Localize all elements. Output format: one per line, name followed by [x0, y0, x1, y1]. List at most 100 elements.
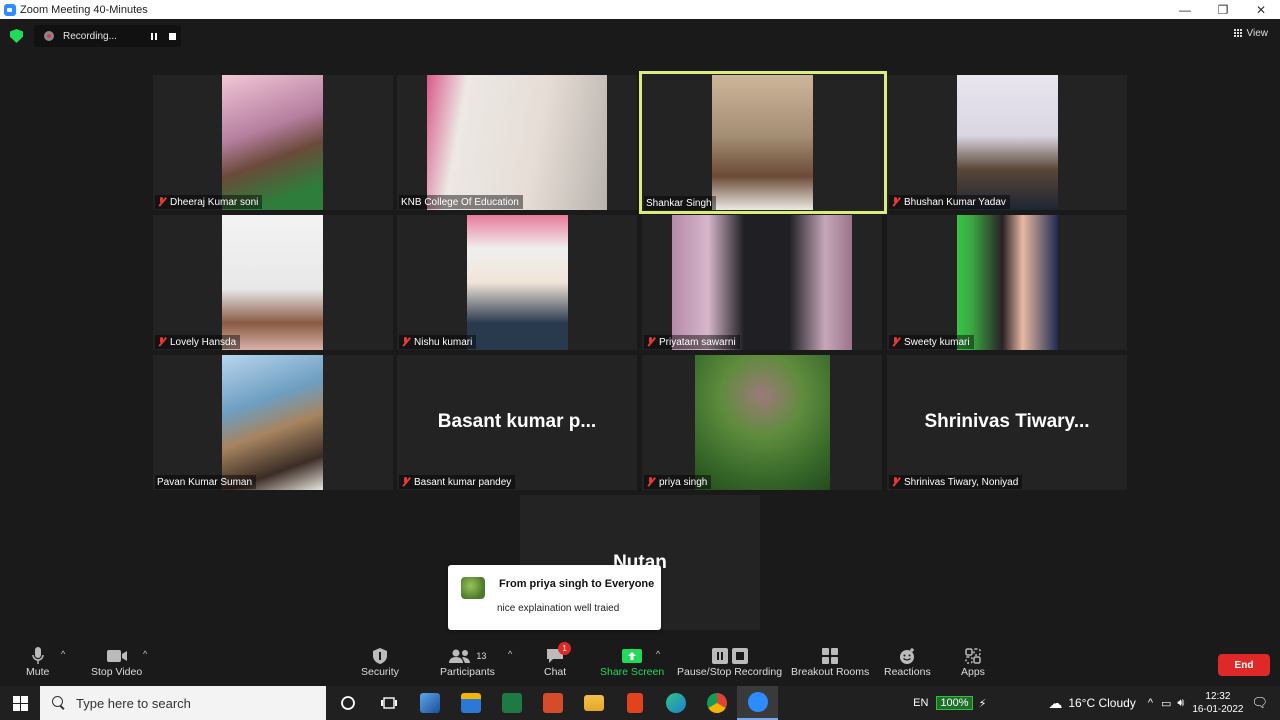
participants-count: 13 [476, 651, 487, 661]
meeting-area: Recording... View Dheeraj Kumar soni KNB… [0, 19, 1280, 637]
clock[interactable]: 12:32 16-01-2022 [1192, 690, 1243, 716]
audio-options-chevron-icon[interactable]: ^ [61, 649, 65, 659]
chrome-browser-icon[interactable] [696, 686, 737, 720]
participant-name: KNB College Of Education [401, 196, 519, 208]
chat-notification[interactable]: From priya singh to Everyone nice explai… [448, 565, 661, 630]
video-tile[interactable]: Nishu kumari [397, 215, 637, 350]
pause-stop-recording-label: Pause/Stop Recording [677, 666, 783, 678]
share-screen-label: Share Screen [600, 666, 665, 678]
file-explorer-icon[interactable] [573, 686, 614, 720]
office-app-icon[interactable] [614, 686, 655, 720]
mic-muted-icon [891, 477, 900, 487]
search-placeholder: Type here to search [76, 695, 191, 711]
security-button[interactable]: Security [361, 646, 399, 678]
video-tile[interactable]: Dheeraj Kumar soni [153, 75, 393, 210]
start-button[interactable] [0, 686, 40, 720]
participant-video [957, 75, 1058, 210]
video-tile[interactable]: priya singh [642, 355, 882, 490]
meeting-toolbar: Mute ^ Stop Video ^ Security 13 Particip… [0, 637, 1280, 686]
video-tile[interactable]: Priyatam sawarni [642, 215, 882, 350]
participants-options-chevron-icon[interactable]: ^ [508, 649, 512, 659]
mute-label: Mute [26, 666, 50, 678]
breakout-rooms-button[interactable]: Breakout Rooms [791, 646, 869, 678]
video-tile[interactable]: Lovely Hansda [153, 215, 393, 350]
windows-taskbar: Type here to search EN 100% ⚡ ☁ 16°C Clo… [0, 686, 1280, 720]
share-screen-button[interactable]: Share Screen [600, 646, 664, 678]
video-tile-active-speaker[interactable]: Shankar Singh [639, 71, 887, 214]
name-tile[interactable]: Basant kumar p... Basant kumar pandey [397, 355, 637, 490]
zoom-taskbar-icon[interactable] [737, 686, 778, 720]
participant-nameplate: Dheeraj Kumar soni [155, 195, 263, 209]
end-meeting-button[interactable]: End [1218, 654, 1270, 676]
cortana-button[interactable] [327, 686, 368, 720]
participant-name: Priyatam sawarni [659, 336, 736, 348]
mute-button[interactable]: Mute [26, 646, 49, 678]
share-options-chevron-icon[interactable]: ^ [656, 649, 660, 659]
task-view-button[interactable] [368, 686, 409, 720]
participant-name: Shankar Singh [646, 197, 712, 209]
edge-browser-icon[interactable] [655, 686, 696, 720]
taskbar-app-icon[interactable] [409, 686, 450, 720]
recording-label: Recording... [63, 30, 117, 42]
participant-display-name: Shrinivas Tiwary... [924, 411, 1090, 432]
participant-video [695, 355, 830, 490]
participant-name: Bhushan Kumar Yadav [904, 196, 1006, 208]
mic-muted-icon [401, 477, 410, 487]
chat-message: nice explaination well traied [497, 603, 620, 614]
participants-button[interactable]: 13 Participants [440, 646, 495, 678]
maximize-button[interactable]: ❐ [1204, 0, 1242, 19]
participant-nameplate: Sweety kumari [889, 335, 974, 349]
participant-name: Shrinivas Tiwary, Noniyad [904, 476, 1019, 488]
chat-button[interactable]: 1 Chat [544, 642, 572, 678]
close-button[interactable]: ✕ [1242, 0, 1280, 19]
cloud-icon: ☁ [1048, 694, 1063, 711]
recording-indicator: Recording... [34, 25, 181, 47]
smiley-icon [898, 646, 916, 666]
weather-text[interactable]: 16°C Cloudy [1068, 696, 1136, 710]
view-button[interactable]: View [1233, 28, 1268, 39]
shield-icon [372, 646, 388, 666]
minimize-button[interactable]: — [1166, 0, 1204, 19]
notifications-icon[interactable]: 🗨︎ [1251, 695, 1268, 711]
network-icon[interactable]: ▭ [1161, 697, 1171, 710]
battery-indicator[interactable]: 100% [936, 696, 973, 710]
pause-recording-button[interactable] [145, 32, 163, 40]
name-tile[interactable]: Shrinivas Tiwary... Shrinivas Tiwary, No… [887, 355, 1127, 490]
participant-video [672, 215, 852, 350]
pause-stop-recording-button[interactable]: Pause/Stop Recording [677, 646, 782, 678]
excel-app-icon[interactable] [491, 686, 532, 720]
apps-button[interactable]: Apps [961, 646, 985, 678]
window-titlebar: Zoom Meeting 40-Minutes — ❐ ✕ [0, 0, 1280, 19]
show-hidden-icons-chevron-icon[interactable]: ^ [1148, 697, 1153, 709]
video-tile[interactable]: Sweety kumari [887, 215, 1127, 350]
recording-dot-icon [44, 31, 54, 41]
video-options-chevron-icon[interactable]: ^ [143, 649, 147, 659]
participant-nameplate: Nishu kumari [399, 335, 477, 349]
participant-name: priya singh [659, 476, 708, 488]
participant-nameplate: Priyatam sawarni [644, 335, 740, 349]
video-tile[interactable]: Pavan Kumar Suman [153, 355, 393, 490]
system-tray: EN 100% ⚡ ☁ 16°C Cloudy ^ ▭ 🔊︎ 12:32 16-… [913, 686, 1280, 720]
video-tile[interactable]: Bhushan Kumar Yadav [887, 75, 1127, 210]
language-indicator[interactable]: EN [913, 697, 928, 709]
stop-recording-button[interactable] [163, 32, 181, 40]
pdf-app-icon[interactable] [532, 686, 573, 720]
mic-muted-icon [157, 197, 166, 207]
mic-muted-icon [891, 197, 900, 207]
sender-avatar [461, 577, 485, 599]
participant-video [957, 215, 1058, 350]
participant-nameplate: KNB College Of Education [399, 195, 523, 209]
reactions-label: Reactions [884, 666, 931, 678]
participant-nameplate: Lovely Hansda [155, 335, 241, 349]
security-label: Security [361, 666, 399, 678]
security-shield-icon[interactable] [10, 29, 23, 43]
participant-video [467, 215, 568, 350]
taskbar-search[interactable]: Type here to search [40, 686, 326, 720]
video-tile[interactable]: KNB College Of Education [397, 75, 637, 210]
volume-icon[interactable]: 🔊︎ [1177, 697, 1184, 710]
stop-video-button[interactable]: Stop Video [91, 646, 142, 678]
participant-video [222, 75, 323, 210]
store-app-icon[interactable] [450, 686, 491, 720]
participants-icon: 13 [448, 646, 486, 666]
reactions-button[interactable]: Reactions [884, 646, 931, 678]
